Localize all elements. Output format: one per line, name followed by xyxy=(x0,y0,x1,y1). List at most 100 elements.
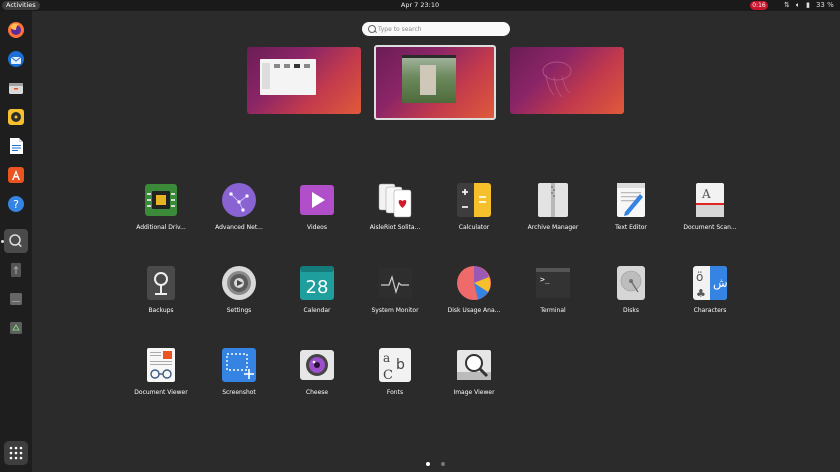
app-advanced-network[interactable]: Advanced Net... xyxy=(200,182,278,242)
app-videos[interactable]: Videos xyxy=(278,182,356,242)
search-bar[interactable] xyxy=(362,22,510,36)
app-label: Document Viewer xyxy=(134,389,188,396)
svg-text:A: A xyxy=(701,187,711,201)
scanner-icon: A xyxy=(692,182,728,218)
app-label: Additional Driv... xyxy=(136,224,186,231)
svg-text:ش: ش xyxy=(713,276,728,291)
svg-text:a: a xyxy=(383,351,390,365)
app-cheese[interactable]: Cheese xyxy=(278,347,356,407)
archive-icon xyxy=(535,182,571,218)
app-settings[interactable]: Settings xyxy=(200,265,278,325)
app-label: Image Viewer xyxy=(453,389,495,396)
trash-icon[interactable] xyxy=(6,318,26,338)
app-label: System Monitor xyxy=(371,307,419,314)
svg-text:ö: ö xyxy=(696,270,703,284)
app-label: Videos xyxy=(307,224,327,231)
usb-drive-icon[interactable] xyxy=(6,260,26,280)
app-text-editor[interactable]: Text Editor xyxy=(592,182,670,242)
files-icon[interactable] xyxy=(6,78,26,98)
characters-icon: ö ش ♣ xyxy=(692,265,728,301)
app-document-viewer[interactable]: Document Viewer xyxy=(122,347,200,407)
app-fonts[interactable]: abC Fonts xyxy=(356,347,434,407)
app-label: Archive Manager xyxy=(527,224,579,231)
app-label: Screenshot xyxy=(222,389,256,396)
app-terminal[interactable]: >_ Terminal xyxy=(514,265,592,325)
help-icon[interactable]: ? xyxy=(6,194,26,214)
page-indicator-2[interactable] xyxy=(441,462,445,466)
show-apps-button[interactable] xyxy=(4,441,28,465)
app-additional-drivers[interactable]: Additional Driv... xyxy=(122,182,200,242)
app-screenshot[interactable]: Screenshot xyxy=(200,347,278,407)
workspace-thumbnail-2[interactable] xyxy=(374,45,496,120)
app-label: Cheese xyxy=(305,389,329,396)
app-label: Settings xyxy=(226,307,252,314)
app-label: Terminal xyxy=(540,307,566,314)
app-backups[interactable]: Backups xyxy=(122,265,200,325)
workspace-thumbnail-1[interactable] xyxy=(247,47,361,114)
system-monitor-icon xyxy=(377,265,413,301)
workspace-thumbnail-3[interactable] xyxy=(510,47,624,114)
text-editor-icon xyxy=(613,182,649,218)
app-calculator[interactable]: Calculator xyxy=(435,182,513,242)
cards-icon xyxy=(377,182,413,218)
libreoffice-writer-icon[interactable] xyxy=(6,136,26,156)
network-icon xyxy=(221,182,257,218)
firefox-icon[interactable] xyxy=(6,20,26,40)
jellyfish-wallpaper xyxy=(542,61,572,98)
document-viewer-icon xyxy=(143,347,179,383)
volume-icon: 🔈︎ xyxy=(795,1,801,9)
app-label: Fonts xyxy=(386,389,404,396)
window-thumbnail[interactable] xyxy=(402,55,456,103)
svg-text:>_: >_ xyxy=(540,275,550,284)
app-calendar[interactable]: 28 Calendar xyxy=(278,265,356,325)
battery-icon: ▮ xyxy=(806,1,810,9)
app-system-monitor[interactable]: System Monitor xyxy=(356,265,434,325)
fonts-icon: abC xyxy=(377,347,413,383)
page-indicator-1[interactable] xyxy=(426,462,430,466)
app-aisleriot-solitaire[interactable]: AisleRiot Solita... xyxy=(356,182,434,242)
settings-icon xyxy=(221,265,257,301)
app-archive-manager[interactable]: Archive Manager xyxy=(514,182,592,242)
drive-icon[interactable] xyxy=(6,289,26,309)
app-label: Characters xyxy=(693,307,727,314)
battery-percentage: 33 % xyxy=(815,1,834,9)
top-bar: Activities Apr 7 23:10 0:16 ⇅ 🔈︎ ▮ 33 % xyxy=(0,0,840,11)
image-viewer-dock-icon[interactable] xyxy=(4,229,28,253)
search-icon xyxy=(368,25,376,33)
backups-icon xyxy=(143,265,179,301)
svg-text:?: ? xyxy=(13,198,19,211)
cheese-icon xyxy=(299,347,335,383)
svg-text:b: b xyxy=(396,357,405,373)
app-label: Document Scan... xyxy=(683,224,737,231)
search-input[interactable] xyxy=(378,23,503,35)
app-label: Text Editor xyxy=(615,224,647,231)
rhythmbox-icon[interactable] xyxy=(6,107,26,127)
network-icon: ⇅ xyxy=(784,1,790,9)
app-characters[interactable]: ö ش ♣ Characters xyxy=(671,265,749,325)
chip-icon xyxy=(143,182,179,218)
terminal-icon: >_ xyxy=(535,265,571,301)
play-icon xyxy=(299,182,335,218)
running-indicator xyxy=(1,240,4,243)
app-image-viewer[interactable]: Image Viewer xyxy=(435,347,513,407)
app-label: AisleRiot Solita... xyxy=(369,224,421,231)
window-thumbnail[interactable] xyxy=(260,59,316,95)
app-label: Calendar xyxy=(303,307,331,314)
svg-text:28: 28 xyxy=(306,277,329,298)
screen-recording-indicator[interactable]: 0:16 xyxy=(750,1,768,10)
clock[interactable]: Apr 7 23:10 xyxy=(0,0,840,11)
system-tray[interactable]: ⇅ 🔈︎ ▮ 33 % xyxy=(784,0,834,11)
app-document-scanner[interactable]: A Document Scan... xyxy=(671,182,749,242)
thunderbird-icon[interactable] xyxy=(6,49,26,69)
app-center-icon[interactable] xyxy=(6,165,26,185)
app-label: Disks xyxy=(622,307,639,314)
app-label: Advanced Net... xyxy=(215,224,263,231)
svg-text:C: C xyxy=(383,368,393,383)
dock: ? xyxy=(0,11,32,472)
grid-icon xyxy=(9,446,23,460)
app-disks[interactable]: Disks xyxy=(592,265,670,325)
app-disk-usage-analyzer[interactable]: Disk Usage Ana... xyxy=(435,265,513,325)
disk-usage-icon xyxy=(456,265,492,301)
svg-text:♣: ♣ xyxy=(696,287,706,300)
app-label: Backups xyxy=(148,307,174,314)
